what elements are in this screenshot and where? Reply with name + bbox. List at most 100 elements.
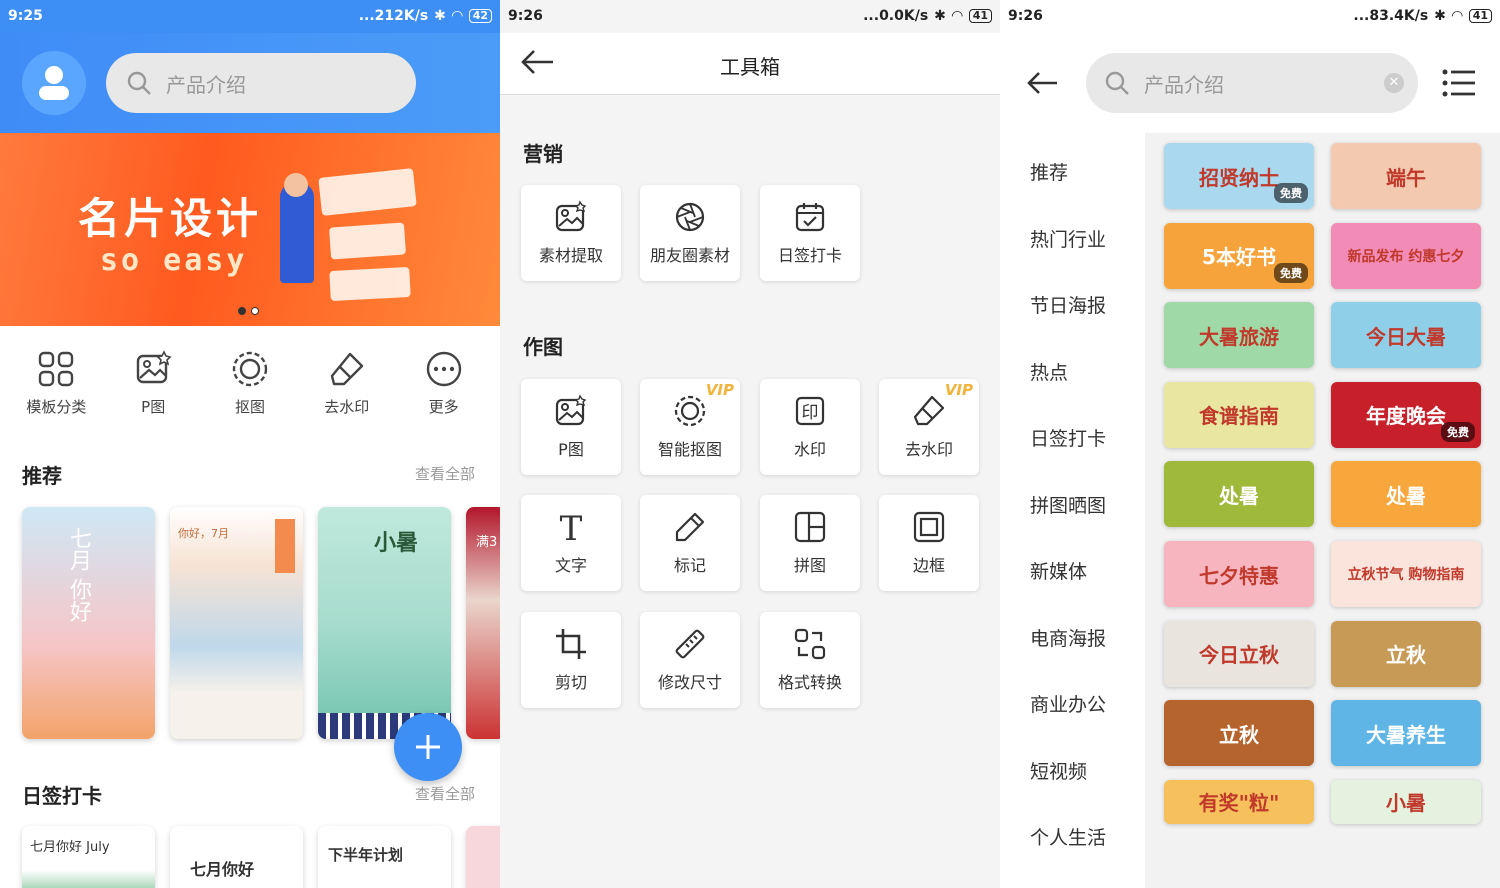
grid-icon xyxy=(39,351,74,387)
template-thumbnail[interactable]: 处暑 xyxy=(1331,461,1481,528)
quick-cutout[interactable]: 抠图 xyxy=(205,350,295,417)
category-item[interactable]: 日签打卡 xyxy=(1030,424,1106,451)
banner-pagination xyxy=(238,307,259,315)
template-thumbnail[interactable]: 招贤纳士 免费 xyxy=(1164,143,1314,209)
daily-card[interactable]: 七月你好 xyxy=(170,826,303,888)
cutout-icon xyxy=(232,351,268,387)
avatar[interactable] xyxy=(22,51,86,115)
category-item[interactable]: 热门行业 xyxy=(1030,225,1106,252)
tool-label: 修改尺寸 xyxy=(657,673,722,692)
template-thumbnail[interactable]: 小暑 xyxy=(1331,779,1481,824)
quick-label: 去水印 xyxy=(324,398,370,416)
eraser-icon xyxy=(330,352,363,386)
recommend-list: 七月 你好 你好，7月 小暑 满3 xyxy=(22,507,500,739)
template-thumbnail[interactable]: 年度晚会 免费 xyxy=(1331,381,1481,448)
search-icon xyxy=(127,71,151,95)
template-thumbnail[interactable]: 立秋 xyxy=(1331,620,1481,687)
tool-material-extract[interactable]: 素材提取 xyxy=(521,185,621,281)
clear-search-button[interactable]: ✕ xyxy=(1384,73,1404,93)
tool-photo-edit[interactable]: P图 xyxy=(521,379,621,475)
tool-collage[interactable]: 拼图 xyxy=(760,495,860,591)
category-item[interactable]: 拼图晒图 xyxy=(1030,491,1106,518)
template-thumbnail[interactable]: 立秋 xyxy=(1164,700,1314,767)
search-input[interactable]: 产品介绍 ✕ xyxy=(1086,53,1418,113)
category-item[interactable]: 热点 xyxy=(1030,358,1068,385)
quick-remove-watermark[interactable]: 去水印 xyxy=(302,350,392,417)
wifi-icon: ◠ xyxy=(951,8,963,24)
template-thumbnail[interactable]: 大暑旅游 xyxy=(1164,302,1314,369)
search-placeholder: 产品介绍 xyxy=(1144,72,1224,97)
category-item[interactable]: 商业办公 xyxy=(1030,690,1106,717)
tool-daily-checkin[interactable]: 日签打卡 xyxy=(760,185,860,281)
template-thumbnail[interactable]: 今日大暑 xyxy=(1331,302,1481,369)
tool-moments-material[interactable]: 朋友圈素材 xyxy=(640,185,740,281)
category-item[interactable]: 新媒体 xyxy=(1030,557,1087,584)
template-thumbnail[interactable]: 端午 xyxy=(1331,143,1481,209)
svg-text:T: T xyxy=(560,510,583,544)
tool-format-convert[interactable]: 格式转换 xyxy=(760,612,860,708)
template-thumbnail[interactable]: 今日立秋 xyxy=(1164,620,1314,687)
tool-smart-cutout[interactable]: VIP 智能抠图 xyxy=(640,379,740,475)
daily-list: 七月你好 July 七月你好 下半年计划 xyxy=(22,826,500,888)
tool-label: 去水印 xyxy=(904,440,953,459)
template-card[interactable]: 满3 xyxy=(466,507,500,739)
thumbnail-title: 七夕特惠 xyxy=(1199,563,1279,588)
category-item[interactable]: 推荐 xyxy=(1030,158,1068,185)
category-item[interactable]: 电商海报 xyxy=(1030,624,1106,651)
stamp-icon: 印 xyxy=(795,396,825,426)
quick-label: 更多 xyxy=(428,398,459,416)
menu-button[interactable] xyxy=(1442,69,1476,101)
calendar-check-icon xyxy=(795,203,825,232)
template-card[interactable]: 你好，7月 xyxy=(170,507,303,739)
status-bar: 9:26 ...0.0K/s ✱ ◠ 41 xyxy=(500,0,1000,33)
tool-watermark[interactable]: 印 水印 xyxy=(760,379,860,475)
daily-see-all[interactable]: 查看全部 xyxy=(415,783,475,804)
template-thumbnail[interactable]: 5本好书 免费 xyxy=(1164,222,1314,289)
quick-photo-edit[interactable]: P图 xyxy=(108,350,198,417)
group-title-drawing: 作图 xyxy=(523,335,563,359)
network-speed: ...212K/s xyxy=(358,8,429,24)
daily-card[interactable] xyxy=(466,826,500,888)
quick-more[interactable]: 更多 xyxy=(399,350,489,417)
promo-banner[interactable]: 名片设计 so easy xyxy=(0,133,500,326)
template-thumbnail[interactable]: 有奖"粒" xyxy=(1164,779,1314,824)
tool-frame[interactable]: 边框 xyxy=(879,495,979,591)
back-button[interactable] xyxy=(1026,69,1060,101)
template-thumbnail[interactable]: 大暑养生 xyxy=(1331,700,1481,767)
search-input[interactable]: 产品介绍 xyxy=(106,53,416,113)
quick-label: 抠图 xyxy=(234,398,265,416)
template-thumbnail[interactable]: 处暑 xyxy=(1164,461,1314,528)
template-thumbnail[interactable]: 食谱指南 xyxy=(1164,381,1314,448)
thumbnail-title: 有奖"粒" xyxy=(1198,791,1280,816)
thumbnail-title: 立秋 xyxy=(1219,722,1259,747)
thumbnail-title: 招贤纳士 xyxy=(1199,165,1279,190)
recommend-see-all[interactable]: 查看全部 xyxy=(415,463,475,484)
template-card[interactable]: 七月 你好 xyxy=(22,507,155,739)
add-fab-button[interactable] xyxy=(394,713,462,781)
tool-remove-watermark[interactable]: VIP 去水印 xyxy=(879,379,979,475)
aperture-icon xyxy=(675,202,705,232)
thumbnail-title: 大暑旅游 xyxy=(1199,324,1279,349)
daily-card[interactable]: 下半年计划 xyxy=(318,826,451,888)
template-thumbnail[interactable]: 新品发布 约惠七夕 xyxy=(1331,222,1481,289)
category-item[interactable]: 节日海报 xyxy=(1030,291,1106,318)
free-badge: 免费 xyxy=(1441,421,1475,442)
card-text: 满3 xyxy=(476,535,498,550)
template-card[interactable]: 小暑 xyxy=(318,507,451,739)
tool-label: 文字 xyxy=(554,556,587,575)
frame-icon xyxy=(913,511,945,543)
category-item[interactable]: 短视频 xyxy=(1030,757,1087,784)
template-thumbnail[interactable]: 七夕特惠 xyxy=(1164,541,1314,607)
card-text: 七月你好 July xyxy=(30,840,110,855)
quick-templates[interactable]: 模板分类 xyxy=(11,350,101,417)
bluetooth-icon: ✱ xyxy=(434,8,446,24)
tool-resize[interactable]: 修改尺寸 xyxy=(640,612,740,708)
daily-card[interactable]: 七月你好 July xyxy=(22,826,155,888)
tool-mark[interactable]: 标记 xyxy=(640,495,740,591)
category-item[interactable]: 个人生活 xyxy=(1030,823,1106,850)
tool-label: 朋友圈素材 xyxy=(649,246,730,265)
tool-crop[interactable]: 剪切 xyxy=(521,612,621,708)
tool-text[interactable]: T 文字 xyxy=(521,495,621,591)
template-thumbnail[interactable]: 立秋节气 购物指南 xyxy=(1331,541,1481,607)
status-time: 9:26 xyxy=(1008,8,1043,24)
